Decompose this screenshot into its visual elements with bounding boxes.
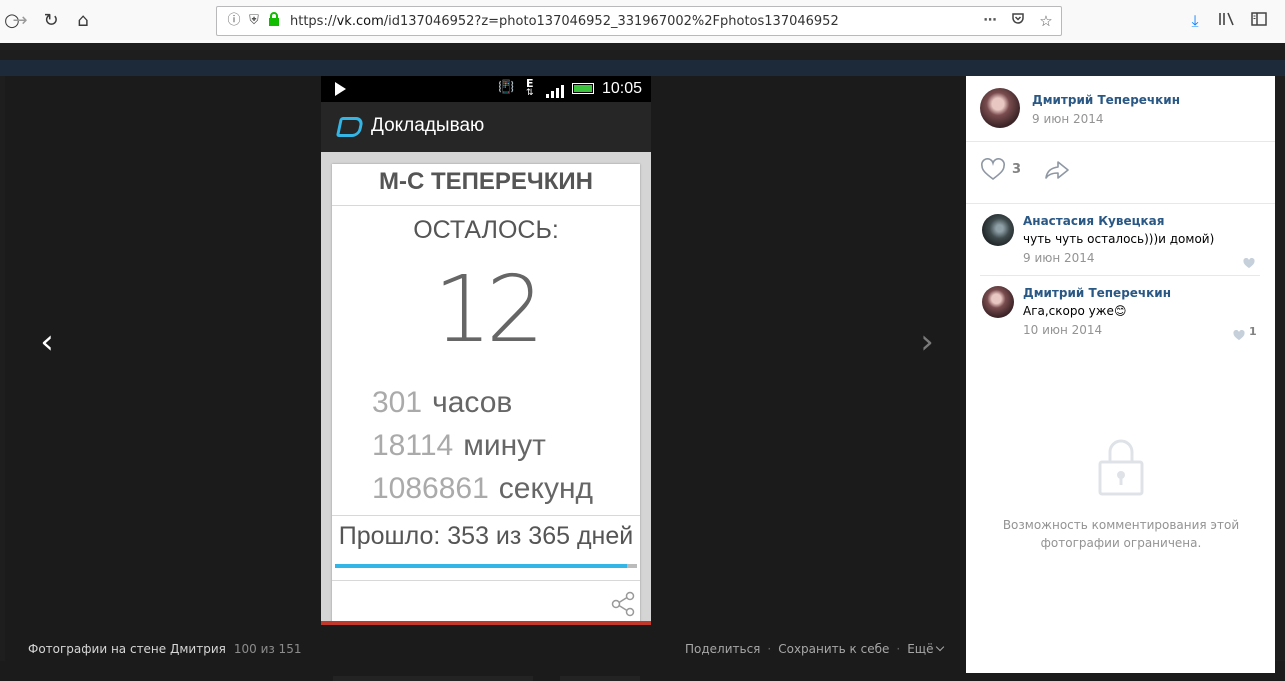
app-title: Докладываю (371, 115, 485, 136)
comment-avatar[interactable] (982, 286, 1014, 318)
tracking-shield-icon[interactable]: ⛨ (245, 12, 263, 30)
phone-bottom-line (321, 621, 651, 625)
sidebar-divider (966, 203, 1275, 204)
heart-icon (981, 158, 1005, 181)
comment-avatar[interactable] (982, 214, 1014, 246)
data-arrows-icon: ⇅ (526, 88, 534, 98)
next-photo-arrow-icon[interactable]: › (912, 322, 942, 362)
sidebar-divider (966, 141, 1275, 142)
card-divider (332, 515, 640, 516)
progress-bar-fill (335, 564, 628, 568)
lock-icon (1098, 439, 1144, 496)
comment-like-button[interactable]: 1 (1233, 325, 1257, 341)
reload-icon[interactable]: ↻ (39, 9, 63, 33)
android-status-bar: 📳 E ⇅ 10:05 (321, 76, 651, 102)
comment-date[interactable]: 10 июн 2014 (1023, 323, 1102, 337)
vibrate-icon: 📳 (498, 80, 515, 95)
comment-divider (980, 275, 1260, 276)
heart-icon (1243, 257, 1255, 269)
status-time: 10:05 (602, 80, 643, 97)
progress-bar (335, 564, 637, 568)
separator-dot: · (896, 642, 901, 656)
photo-image[interactable]: 📳 E ⇅ 10:05 Докладываю М-С ТЕПЕРЕЧКИН ОС… (321, 76, 651, 625)
heart-icon (1233, 329, 1245, 341)
library-icon[interactable] (1215, 9, 1239, 33)
battery-icon (572, 83, 594, 94)
info-icon[interactable]: ⓘ (225, 12, 243, 30)
share-link[interactable]: Поделиться (685, 642, 760, 656)
post-date[interactable]: 9 июн 2014 (1032, 112, 1104, 126)
url-prefix: https:// (290, 14, 337, 29)
share-nodes-icon (611, 591, 635, 617)
url-host: vk.com (336, 14, 384, 29)
hours-row: 301 часов (372, 386, 512, 420)
card-name: М-С ТЕПЕРЕЧКИН (378, 168, 594, 195)
like-count: 3 (1012, 162, 1022, 177)
hours-label: часов (432, 386, 513, 419)
album-caption[interactable]: Фотографии на стене Дмитрия 100 из 151 (28, 642, 301, 656)
pocket-icon[interactable] (1009, 12, 1027, 30)
seconds-row: 1086861 секунд (372, 472, 593, 506)
url-text[interactable]: https://vk.com/id137046952?z=photo137046… (290, 14, 839, 29)
more-dots-icon[interactable]: ⋯ (981, 12, 999, 30)
seconds-label: секунд (498, 472, 594, 505)
countdown-card: М-С ТЕПЕРЕЧКИН ОСТАЛОСЬ: 12 301 часов 181… (332, 164, 640, 624)
home-icon[interactable]: ⌂ (71, 9, 95, 33)
comment-item: Дмитрий Теперечкин Ага,скоро уже😊 10 июн… (980, 286, 1260, 350)
share-arrow-icon[interactable] (1044, 160, 1070, 180)
separator-dot: · (767, 642, 772, 656)
minutes-label: минут (463, 429, 546, 462)
sidebar-icon[interactable] (1247, 9, 1271, 33)
photo-actions: Поделиться · Сохранить к себе · Ещё (685, 642, 945, 656)
owner-avatar[interactable] (980, 88, 1020, 128)
seconds-value: 1086861 (372, 472, 489, 505)
comment-text: Ага,скоро уже😊 (1023, 304, 1127, 318)
photo-sidebar: Дмитрий Теперечкин 9 июн 2014 3 Анастаси… (966, 76, 1275, 673)
app-logo-icon (335, 117, 365, 137)
remaining-label: ОСТАЛОСЬ: (413, 216, 559, 244)
like-button[interactable]: 3 (980, 158, 1030, 182)
download-icon[interactable]: ⤓ (1183, 9, 1207, 33)
album-title[interactable]: Фотографии на стене Дмитрия (28, 642, 226, 656)
comments-restricted-notice: Возможность комментирования этой фотогра… (1002, 518, 1240, 550)
signal-icon (546, 85, 564, 98)
site-header-dimmed (0, 60, 1285, 76)
padlock-icon[interactable] (265, 12, 283, 30)
days-passed-text: Прошло: 353 из 365 дней (338, 522, 634, 550)
url-path: /id137046952?z=photo137046952_331967002%… (383, 14, 839, 29)
forward-arrow-icon[interactable]: → (8, 9, 32, 33)
hours-value: 301 (372, 386, 423, 419)
comment-item: Анастасия Кувецкая чуть чуть осталось)))… (980, 214, 1260, 278)
save-link[interactable]: Сохранить к себе (778, 642, 889, 656)
browser-toolbar: ○ → ↻ ⌂ ⓘ ⛨ https://vk.com/id137046952?z… (0, 0, 1285, 43)
days-left-number: 12 (433, 256, 544, 363)
comment-like-button[interactable] (1243, 254, 1255, 269)
chevron-down-icon[interactable] (936, 642, 945, 652)
app-action-bar: Докладываю (321, 102, 651, 152)
comment-date[interactable]: 9 июн 2014 (1023, 251, 1095, 265)
owner-name-link[interactable]: Дмитрий Теперечкин (1032, 93, 1180, 107)
photo-counter: 100 из 151 (233, 642, 302, 656)
comment-author[interactable]: Дмитрий Теперечкин (1023, 286, 1171, 300)
comment-author[interactable]: Анастасия Кувецкая (1023, 214, 1164, 228)
play-icon (335, 82, 346, 96)
card-divider (332, 205, 640, 206)
previous-photo-arrow-icon[interactable]: ‹ (32, 322, 62, 362)
minutes-value: 18114 (372, 429, 454, 462)
minutes-row: 18114 минут (372, 429, 546, 463)
comment-like-count: 1 (1249, 325, 1257, 338)
card-divider (332, 580, 640, 581)
url-bar[interactable]: ⓘ ⛨ https://vk.com/id137046952?z=photo13… (216, 6, 1062, 36)
comment-text: чуть чуть осталось)))и домой) (1023, 232, 1215, 246)
more-link[interactable]: Ещё (907, 642, 933, 656)
star-icon[interactable]: ☆ (1037, 12, 1055, 30)
